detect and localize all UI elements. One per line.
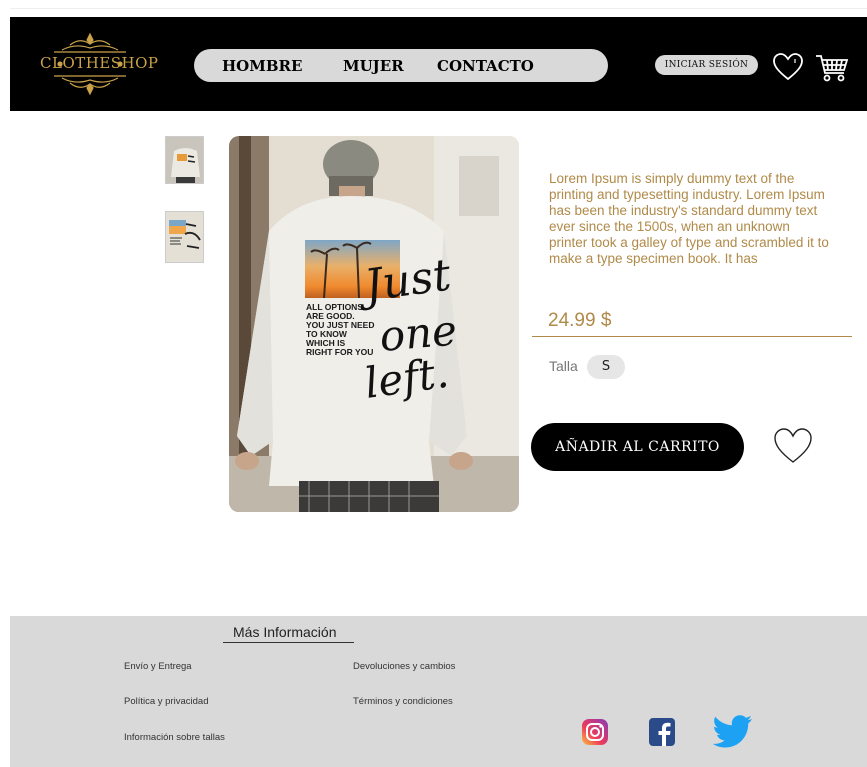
product-main-image: ALL OPTIONS ARE GOOD. YOU JUST NEED TO K… — [229, 136, 519, 512]
product-description: Lorem Ipsum is simply dummy text of the … — [549, 171, 829, 266]
price-divider — [532, 336, 852, 337]
login-button[interactable]: INICIAR SESIÓN — [655, 55, 758, 75]
add-to-cart-button[interactable]: AÑADIR AL CARRITO — [531, 423, 744, 471]
sweater-photo: ALL OPTIONS ARE GOOD. YOU JUST NEED TO K… — [229, 136, 519, 512]
instagram-icon[interactable] — [581, 718, 609, 746]
logo[interactable]: CLOTHESHOP — [40, 31, 159, 97]
footer-link-envio[interactable]: Envío y Entrega — [124, 661, 192, 672]
cart-icon[interactable] — [815, 51, 849, 83]
footer-link-privacidad[interactable]: Política y privacidad — [124, 696, 208, 707]
footer-link-devoluciones[interactable]: Devoluciones y cambios — [353, 661, 455, 672]
size-option-s[interactable]: S — [587, 355, 625, 379]
header: CLOTHESHOP HOMBRE MUJER CONTACTO INICIAR… — [10, 17, 867, 111]
twitter-icon[interactable] — [713, 715, 753, 749]
main-nav: HOMBRE MUJER CONTACTO — [194, 49, 608, 82]
nav-item-hombre[interactable]: HOMBRE — [222, 57, 302, 75]
product-thumbnail-2[interactable] — [165, 211, 204, 263]
facebook-icon[interactable] — [648, 717, 676, 747]
footer-link-terminos[interactable]: Términos y condiciones — [353, 696, 453, 707]
size-label: Talla — [549, 358, 578, 374]
nav-item-contacto[interactable]: CONTACTO — [437, 57, 534, 75]
footer-link-tallas[interactable]: Información sobre tallas — [124, 732, 225, 743]
thumbnail-print-detail-image — [166, 212, 203, 262]
product-price: 24.99 $ — [548, 310, 612, 331]
wishlist-heart-icon[interactable] — [773, 53, 803, 81]
logo-text: CLOTHESHOP — [40, 54, 159, 72]
shirt-print-line-6: RIGHT FOR YOU — [306, 347, 373, 357]
footer: Más Información Envío y Entrega Devoluci… — [10, 616, 867, 767]
footer-title-underline — [223, 642, 354, 643]
nav-item-mujer[interactable]: MUJER — [343, 57, 404, 75]
page: CLOTHESHOP HOMBRE MUJER CONTACTO INICIAR… — [10, 8, 867, 767]
favorite-heart-icon[interactable] — [774, 428, 812, 464]
product-thumbnail-1[interactable] — [165, 136, 204, 184]
footer-title: Más Información — [233, 624, 337, 640]
thumbnail-sweater-image — [166, 137, 203, 183]
